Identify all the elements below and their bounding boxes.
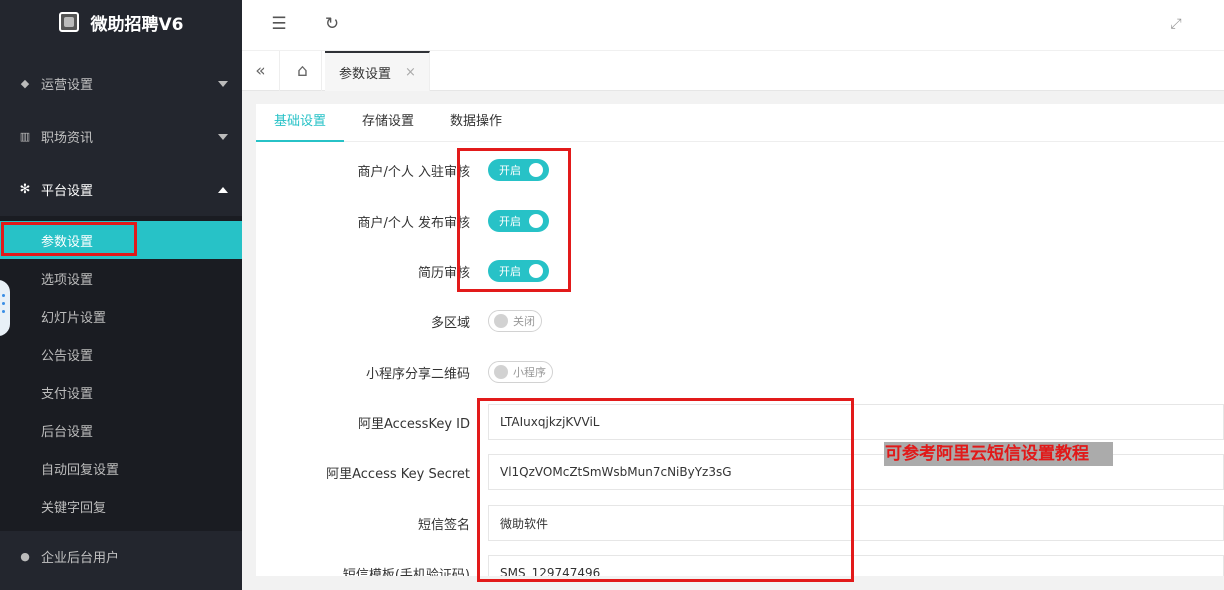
- close-icon[interactable]: ×: [405, 65, 416, 80]
- miniprogram-qr-toggle[interactable]: 小程序: [488, 361, 553, 383]
- row-sms-signature: 短信签名 微助软件: [256, 505, 1224, 541]
- access-key-secret-input[interactable]: Vl1QzVOMcZtSmWsbMun7cNiByYz3sG: [488, 454, 1224, 490]
- sidebar-item-announcements[interactable]: 公告设置: [0, 335, 242, 373]
- chevron-down-icon: [218, 80, 228, 87]
- megaphone-icon: ◆: [20, 77, 30, 90]
- sidebar-item-params[interactable]: 参数设置: [0, 221, 242, 259]
- app-title: 微助招聘V6: [90, 14, 184, 35]
- fullscreen-icon[interactable]: ⤢: [1164, 12, 1188, 36]
- toggle-text: 开启: [499, 164, 521, 177]
- nav-group-label: 企业后台用户: [41, 551, 120, 566]
- nav-group-workplace-news[interactable]: ▥ 职场资讯: [0, 110, 242, 163]
- nav-group-enterprise-users[interactable]: ● 企业后台用户: [0, 530, 242, 583]
- sidebar-item-auto-reply[interactable]: 自动回复设置: [0, 449, 242, 487]
- field-label: 简历审核: [417, 265, 470, 281]
- content-tabs: 基础设置 存储设置 数据操作: [256, 104, 1224, 142]
- nav-group-label: 运营设置: [41, 78, 94, 93]
- tab-storage-settings[interactable]: 存储设置: [344, 104, 432, 142]
- toggle-text: 关闭: [513, 315, 535, 328]
- toggle-knob: [494, 365, 508, 379]
- sidebar-item-slides[interactable]: 幻灯片设置: [0, 297, 242, 335]
- nav-group-label: 职场资讯: [41, 131, 94, 146]
- tab-label: 参数设置: [339, 66, 392, 82]
- platform-settings-submenu: 参数设置 选项设置 幻灯片设置 公告设置 支付设置 后台设置 自动回复设置 关键…: [0, 216, 242, 531]
- row-merchant-join-review: 商户/个人 入驻审核 开启: [256, 159, 1224, 181]
- topbar: ☰ ↻ ⤢: [242, 0, 1224, 51]
- toggle-text: 小程序: [513, 366, 546, 379]
- page-tabs-bar: « ⌂ 参数设置 ×: [242, 51, 1224, 91]
- field-label: 小程序分享二维码: [365, 366, 470, 382]
- annotation-note: 可参考阿里云短信设置教程: [884, 442, 1113, 466]
- bottom-strip: [242, 576, 1224, 590]
- field-label: 短信签名: [417, 517, 470, 533]
- nav-group-operations[interactable]: ◆ 运营设置: [0, 57, 242, 110]
- tab-basic-settings[interactable]: 基础设置: [256, 104, 345, 142]
- row-merchant-publish-review: 商户/个人 发布审核 开启: [256, 210, 1224, 232]
- sidebar-item-options[interactable]: 选项设置: [0, 259, 242, 297]
- sidebar-item-backend[interactable]: 后台设置: [0, 411, 242, 449]
- sidebar: 微助招聘V6 ◆ 运营设置 ▥ 职场资讯 ✻ 平台设置 参数设置 选项设置 幻灯…: [0, 0, 242, 590]
- collapse-menu-icon[interactable]: ☰: [267, 12, 291, 36]
- sidebar-item-payment[interactable]: 支付设置: [0, 373, 242, 411]
- side-drawer-handle[interactable]: [0, 280, 10, 336]
- double-chevron-left-icon[interactable]: «: [242, 51, 280, 91]
- field-label: 阿里Access Key Secret: [326, 466, 470, 482]
- access-key-id-input[interactable]: LTAIuxqjkzjKVViL: [488, 404, 1224, 440]
- chevron-down-icon: [218, 133, 228, 140]
- merchant-join-review-toggle[interactable]: 开启: [488, 159, 549, 181]
- nav-group-label: 平台设置: [41, 184, 94, 199]
- row-sms-template: 短信模板(手机验证码) SMS_129747496: [256, 555, 1224, 576]
- toggle-knob: [529, 163, 543, 177]
- refresh-icon[interactable]: ↻: [320, 12, 344, 36]
- toggle-knob: [529, 264, 543, 278]
- book-icon: ▥: [19, 130, 31, 143]
- row-miniprogram-qr: 小程序分享二维码 小程序: [256, 361, 1224, 383]
- gear-icon: ✻: [19, 182, 31, 197]
- field-label: 商户/个人 入驻审核: [357, 164, 470, 180]
- multi-region-toggle[interactable]: 关闭: [488, 310, 542, 332]
- sidebar-item-keyword-reply[interactable]: 关键字回复: [0, 487, 242, 525]
- tab-data-operations[interactable]: 数据操作: [432, 104, 520, 142]
- toggle-text: 开启: [499, 215, 521, 228]
- row-multi-region: 多区域 关闭: [256, 310, 1224, 332]
- field-label: 商户/个人 发布审核: [357, 215, 470, 231]
- merchant-publish-review-toggle[interactable]: 开启: [488, 210, 549, 232]
- field-label: 多区域: [430, 315, 470, 331]
- logo-icon: [58, 12, 79, 32]
- chevron-up-icon: [218, 186, 228, 193]
- toggle-knob: [494, 314, 508, 328]
- toggle-knob: [529, 214, 543, 228]
- users-icon: ●: [20, 550, 30, 563]
- settings-card: 基础设置 存储设置 数据操作 商户/个人 入驻审核 开启 商户/个人 发布审核 …: [256, 104, 1224, 576]
- resume-review-toggle[interactable]: 开启: [488, 260, 549, 282]
- field-label: 短信模板(手机验证码): [342, 567, 470, 577]
- home-icon[interactable]: ⌂: [284, 51, 322, 91]
- tab-params-settings[interactable]: 参数设置 ×: [325, 51, 430, 91]
- sms-template-input[interactable]: SMS_129747496: [488, 555, 1224, 576]
- toggle-text: 开启: [499, 265, 521, 278]
- field-label: 阿里AccessKey ID: [357, 416, 470, 432]
- nav-group-platform-settings[interactable]: ✻ 平台设置: [0, 163, 242, 216]
- dots-icon: [2, 294, 5, 297]
- app-logo: 微助招聘V6: [0, 0, 242, 44]
- row-access-key-id: 阿里AccessKey ID LTAIuxqjkzjKVViL: [256, 404, 1224, 440]
- sms-signature-input[interactable]: 微助软件: [488, 505, 1224, 541]
- row-resume-review: 简历审核 开启: [256, 260, 1224, 282]
